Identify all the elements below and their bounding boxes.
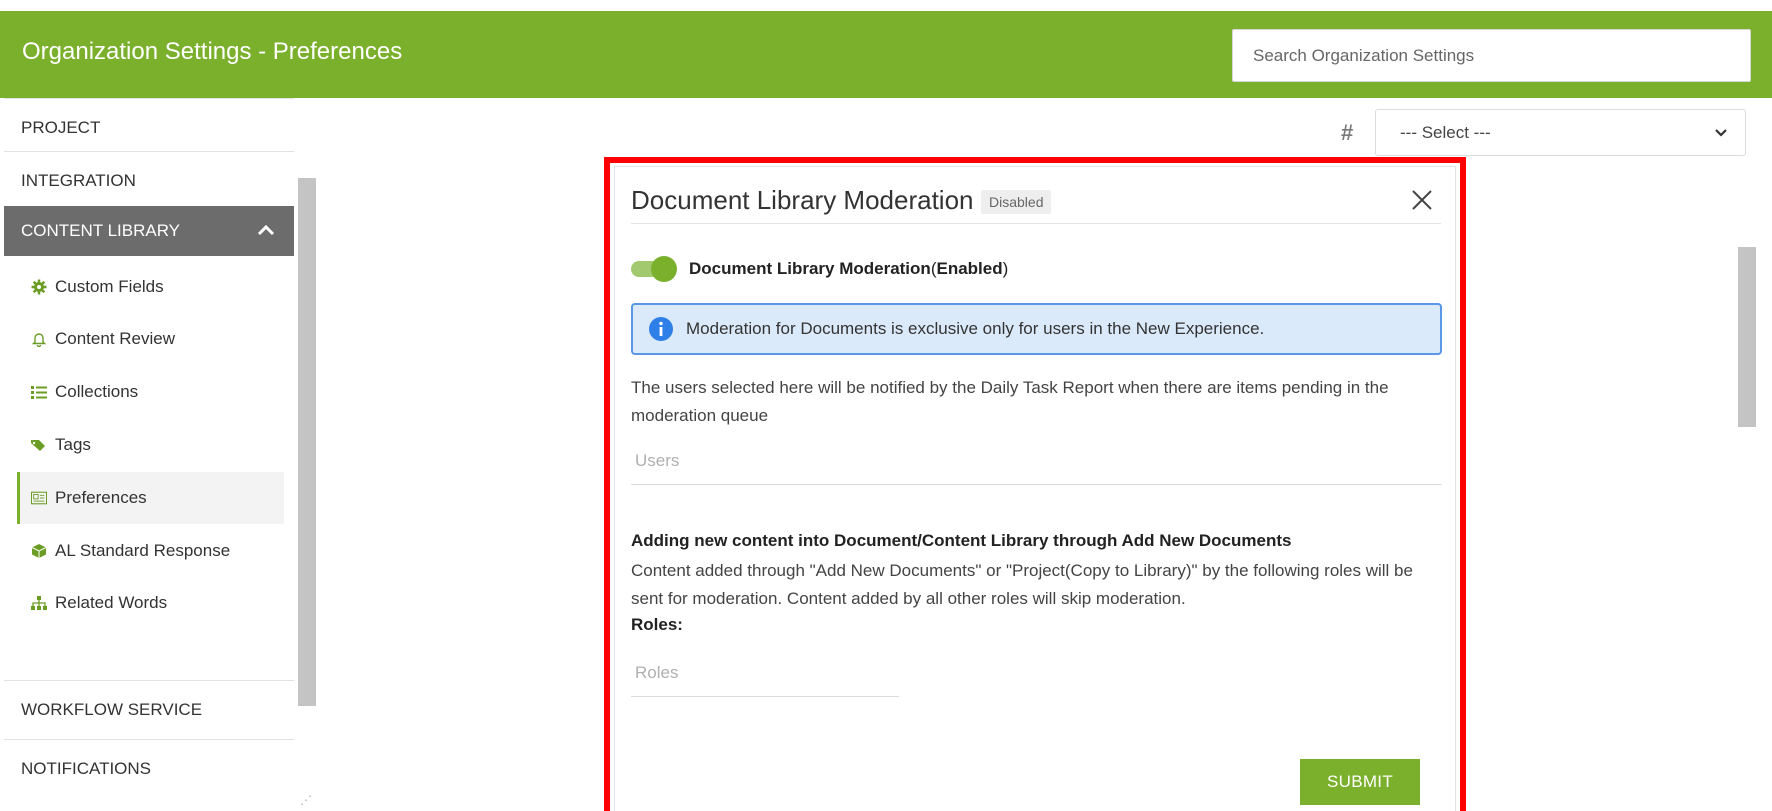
toggle-label: Document Library Moderation(Enabled) xyxy=(689,259,1008,279)
page-title: Organization Settings - Preferences xyxy=(22,38,403,65)
toggle-knob xyxy=(651,256,677,282)
moderation-toggle[interactable] xyxy=(631,256,677,282)
roles-input[interactable] xyxy=(631,649,899,697)
search-input[interactable] xyxy=(1232,29,1751,82)
select-dropdown[interactable]: --- Select --- xyxy=(1375,109,1746,156)
sidebar-item-collections[interactable]: Collections xyxy=(17,366,284,418)
sidebar-section-workflow-service[interactable]: WORKFLOW SERVICE xyxy=(4,680,294,738)
hash-icon: # xyxy=(1341,120,1354,145)
status-badge: Disabled xyxy=(981,190,1052,214)
page-scrollbar[interactable] xyxy=(1738,247,1756,427)
sidebar-item-label: Collections xyxy=(55,382,139,401)
sidebar-item-label: Preferences xyxy=(55,488,147,507)
info-text: Moderation for Documents is exclusive on… xyxy=(686,319,1265,338)
resize-grip-icon[interactable]: ⋰ xyxy=(300,793,312,807)
sidebar-scrollbar[interactable] xyxy=(298,178,316,706)
list-icon xyxy=(31,384,47,400)
close-icon[interactable] xyxy=(1410,188,1434,212)
moderation-dialog: Document Library Moderation Disabled Doc… xyxy=(614,166,1456,811)
section-description: Content added through "Add New Documents… xyxy=(631,561,1413,608)
toggle-label-text: Document Library Moderation xyxy=(689,259,931,278)
sidebar-section-notifications[interactable]: NOTIFICATIONS xyxy=(4,739,294,797)
users-input[interactable] xyxy=(631,437,1442,485)
sidebar-section-label: NOTIFICATIONS xyxy=(21,758,152,778)
sidebar-section-integration[interactable]: INTEGRATION xyxy=(4,151,294,209)
sidebar-item-label: AL Standard Response xyxy=(55,541,231,560)
sidebar-item-custom-fields[interactable]: Custom Fields xyxy=(17,261,284,313)
sidebar-item-label: Content Review xyxy=(55,329,176,348)
roles-label: Roles: xyxy=(631,615,683,634)
tags-icon xyxy=(31,437,47,453)
sidebar-item-label: Related Words xyxy=(55,593,168,612)
sidebar-item-content-review[interactable]: Content Review xyxy=(17,313,284,365)
sidebar-section-label: WORKFLOW SERVICE xyxy=(21,699,203,719)
info-icon xyxy=(649,317,673,341)
sidebar-section-project[interactable]: PROJECT xyxy=(4,98,294,156)
sitemap-icon xyxy=(31,595,47,611)
bell-icon xyxy=(31,331,47,347)
submit-button[interactable]: SUBMIT xyxy=(1300,759,1420,805)
toggle-state-close: ) xyxy=(1002,259,1009,278)
cube-icon xyxy=(31,543,47,559)
sidebar-section-label: INTEGRATION xyxy=(21,170,136,190)
info-banner: Moderation for Documents is exclusive on… xyxy=(631,303,1442,355)
top-bar: Organization Settings - Preferences xyxy=(0,11,1772,98)
dialog-title: Document Library Moderation xyxy=(631,185,974,215)
preferences-icon xyxy=(31,490,47,506)
sidebar-item-label: Custom Fields xyxy=(55,277,164,296)
sidebar-item-al-standard-response[interactable]: AL Standard Response xyxy=(17,525,284,577)
select-value: --- Select --- xyxy=(1400,122,1491,142)
sidebar: PROJECT INTEGRATION CONTENT LIBRARY Cust… xyxy=(4,98,294,811)
sidebar-section-label: CONTENT LIBRARY xyxy=(21,221,181,240)
sidebar-section-content-library[interactable]: CONTENT LIBRARY xyxy=(4,206,294,256)
divider xyxy=(631,223,1441,224)
gear-icon xyxy=(31,279,47,295)
users-description: The users selected here will be notified… xyxy=(631,378,1389,425)
toggle-state: Enabled xyxy=(936,259,1003,278)
section-title: Adding new content into Document/Content… xyxy=(631,531,1292,550)
sidebar-section-label: PROJECT xyxy=(21,117,101,137)
sidebar-item-tags[interactable]: Tags xyxy=(17,419,284,471)
sidebar-item-preferences[interactable]: Preferences xyxy=(17,472,284,524)
chevron-up-icon xyxy=(257,224,275,236)
chevron-down-icon xyxy=(1715,129,1727,137)
sidebar-item-related-words[interactable]: Related Words xyxy=(17,577,284,629)
sidebar-item-label: Tags xyxy=(55,435,91,454)
